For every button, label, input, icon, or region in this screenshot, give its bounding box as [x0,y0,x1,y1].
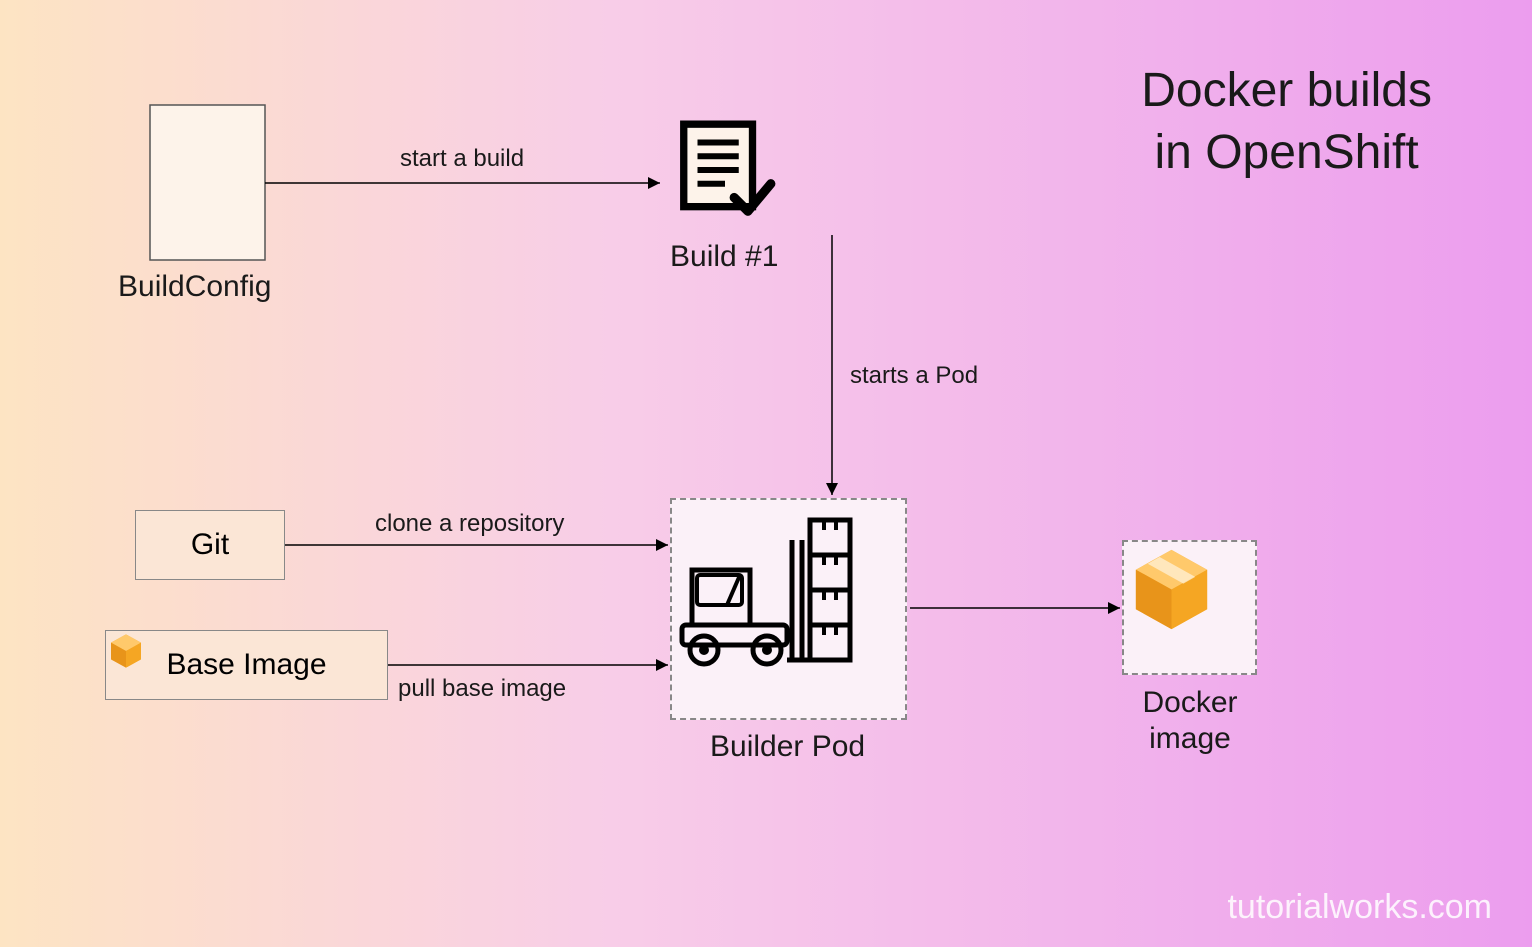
package-icon [1124,542,1219,637]
buildconfig-icon [150,105,265,260]
build-label: Build #1 [670,240,778,274]
document-check-icon [670,115,780,225]
forklift-icon [672,500,872,670]
edge-clone-repo-label: clone a repository [375,510,564,538]
package-icon [106,631,146,671]
base-image-node: Base Image [105,630,388,700]
diagram-canvas: Docker builds in OpenShift BuildConfig B… [0,0,1532,947]
builder-pod-label: Builder Pod [710,730,865,764]
edge-starts-pod-label: starts a Pod [850,362,978,390]
git-label: Git [191,528,229,562]
base-image-label: Base Image [166,648,326,682]
builder-pod-node [670,498,907,720]
docker-image-label: Docker image [1120,685,1260,757]
buildconfig-label: BuildConfig [118,270,271,304]
docker-image-node [1122,540,1257,675]
git-node: Git [135,510,285,580]
watermark: tutorialworks.com [1227,888,1492,927]
edge-start-build-label: start a build [400,145,524,173]
edge-pull-base-label: pull base image [398,675,566,703]
